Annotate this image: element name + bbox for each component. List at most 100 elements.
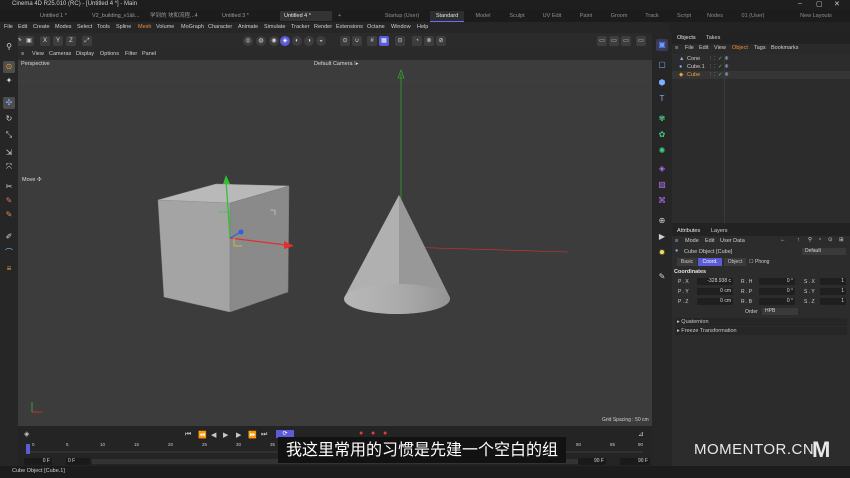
- menu-volume[interactable]: Volume: [156, 24, 174, 30]
- end-frame-field-2[interactable]: 90 F: [620, 458, 650, 465]
- doc-tab[interactable]: V2_building_v1&t...: [88, 11, 146, 21]
- layout-tab[interactable]: UV Edit: [538, 11, 566, 21]
- edit-render-icon[interactable]: ✎: [656, 271, 668, 283]
- render-settings-icon[interactable]: ▭: [621, 36, 631, 46]
- subtab-coord[interactable]: Coord.: [698, 258, 722, 266]
- deformer-icon[interactable]: ◈: [656, 163, 668, 175]
- layout-tab[interactable]: 01 (User): [736, 11, 770, 21]
- layer-icon[interactable]: ≡: [3, 263, 15, 275]
- subtab-basic[interactable]: Basic: [677, 258, 697, 266]
- layout-tab[interactable]: Paint: [574, 11, 598, 21]
- objects-menu-edit[interactable]: Edit: [699, 45, 708, 51]
- perspective-viewport[interactable]: [18, 60, 652, 426]
- viewport-camera[interactable]: Default Camera ⁝▸: [314, 61, 359, 67]
- object-mode-icon[interactable]: ◈: [280, 36, 290, 46]
- layout-tab[interactable]: Groom: [606, 11, 632, 21]
- mograph-fracture-icon[interactable]: ✿: [656, 129, 668, 141]
- next-key-icon[interactable]: ⏩: [248, 431, 257, 439]
- record-icon[interactable]: ●: [359, 430, 363, 437]
- expand-icon[interactable]: ⊞: [839, 237, 844, 243]
- menu-mesh[interactable]: Mesh: [138, 24, 151, 30]
- axis-mode-icon[interactable]: ◒: [316, 36, 326, 46]
- attributes-menu-user-data[interactable]: User Data: [720, 238, 745, 244]
- attributes-menu-mode[interactable]: Mode: [685, 238, 699, 244]
- menu-render[interactable]: Render: [314, 24, 332, 30]
- maximize-button[interactable]: ▢: [816, 0, 823, 8]
- objects-menu-tags[interactable]: Tags: [754, 45, 766, 51]
- layout-tab[interactable]: Nodes: [702, 11, 728, 21]
- paint-icon[interactable]: ✎: [3, 209, 15, 221]
- axis-y-toggle[interactable]: Y: [53, 36, 63, 46]
- tab-takes[interactable]: Takes: [706, 35, 720, 41]
- search-icon[interactable]: ⚲: [808, 237, 812, 243]
- effector-icon[interactable]: ✺: [656, 145, 668, 157]
- enable-check-icon[interactable]: ✓: [718, 55, 723, 63]
- object-row-cube[interactable]: ◆ Cube ⋮⁚ ✓ ⁜: [672, 71, 850, 79]
- layout-tab[interactable]: Script: [672, 11, 696, 21]
- s-y-field[interactable]: 1: [820, 288, 846, 295]
- menu-simulate[interactable]: Simulate: [264, 24, 285, 30]
- subtab-object[interactable]: Object: [724, 258, 746, 266]
- minimize-button[interactable]: –: [798, 0, 802, 7]
- octane-live-viewer-icon[interactable]: ▭: [636, 36, 646, 46]
- menu-octane[interactable]: Octane: [367, 24, 385, 30]
- last-frame-icon[interactable]: ⏭: [261, 431, 267, 439]
- objects-menu-file[interactable]: File: [685, 45, 694, 51]
- viewport-scene[interactable]: [18, 60, 652, 426]
- preset-dropdown[interactable]: Default: [802, 248, 846, 255]
- plane-object-icon[interactable]: ▢: [656, 59, 668, 71]
- back-arrow-icon[interactable]: ←: [780, 237, 786, 243]
- menu-tools[interactable]: Tools: [97, 24, 110, 30]
- current-frame-field[interactable]: 0 F: [66, 458, 90, 465]
- snap-icon[interactable]: ∪: [352, 36, 362, 46]
- points-mode-icon[interactable]: ◎: [243, 36, 253, 46]
- sculpt-icon[interactable]: ✐: [3, 231, 15, 243]
- tab-attributes[interactable]: Attributes: [677, 228, 700, 234]
- p-z-field[interactable]: 0 cm: [697, 298, 733, 305]
- render-to-picture-viewer-icon[interactable]: ▭: [609, 36, 619, 46]
- r-p-field[interactable]: 0 °: [759, 288, 795, 295]
- tweak-icon[interactable]: ✦: [3, 75, 15, 87]
- align-icon[interactable]: ⤧: [3, 161, 15, 173]
- keyframe-selection-icon[interactable]: ●: [383, 430, 387, 437]
- mograph-cloner-icon[interactable]: ✾: [656, 113, 668, 125]
- field-icon[interactable]: ▨: [656, 179, 668, 191]
- up-arrow-icon[interactable]: ↑: [797, 237, 800, 243]
- grid-icon[interactable]: #: [367, 36, 377, 46]
- enable-check-icon[interactable]: ✓: [718, 71, 723, 79]
- objects-menu-bookmarks[interactable]: Bookmarks: [771, 45, 799, 51]
- quaternion-group[interactable]: ▸ Quaternion: [675, 318, 847, 326]
- menu-select[interactable]: Select: [77, 24, 92, 30]
- menu-mograph[interactable]: MoGraph: [181, 24, 204, 30]
- keyframe-icon[interactable]: ◈: [24, 430, 29, 438]
- autokey-icon[interactable]: ●: [371, 430, 375, 437]
- new-layouts-button[interactable]: New Layouts: [796, 11, 836, 21]
- menu-create[interactable]: Create: [33, 24, 50, 30]
- edges-mode-icon[interactable]: ◍: [256, 36, 266, 46]
- soft-selection-icon[interactable]: ⊙: [340, 36, 350, 46]
- doc-tab-active[interactable]: Untitled 4 *: [280, 11, 332, 21]
- visibility-icon[interactable]: ⋮⁚: [708, 55, 715, 63]
- new-tab-button[interactable]: +: [334, 11, 344, 21]
- transfer-icon[interactable]: ⇲: [3, 147, 15, 159]
- start-frame-field[interactable]: 0 F: [24, 458, 52, 465]
- viewport-menu-options[interactable]: Options: [100, 51, 119, 57]
- lock-icon[interactable]: ◔: [818, 237, 821, 243]
- menu-tracker[interactable]: Tracker: [291, 24, 309, 30]
- axis-z-toggle[interactable]: Z: [66, 36, 76, 46]
- live-selection-icon[interactable]: ⊙: [3, 61, 15, 73]
- enable-check-icon[interactable]: ✓: [718, 63, 723, 71]
- menu-edit[interactable]: Edit: [18, 24, 27, 30]
- camera-icon[interactable]: ▶: [656, 231, 668, 243]
- magnet-icon[interactable]: ⌒: [3, 247, 15, 259]
- menu-spline[interactable]: Spline: [116, 24, 131, 30]
- menu-file[interactable]: File: [4, 24, 13, 30]
- visibility-icon[interactable]: ⋮⁚: [708, 63, 715, 71]
- menu-help[interactable]: Help: [417, 24, 428, 30]
- move-tool-icon[interactable]: ✣: [3, 97, 15, 109]
- knife-icon[interactable]: ✂: [3, 181, 15, 193]
- viewport-menu-view[interactable]: View: [32, 51, 44, 57]
- search-icon[interactable]: ⚲: [3, 41, 15, 53]
- p-y-field[interactable]: 0 cm: [697, 288, 733, 295]
- end-frame-field[interactable]: 90 F: [578, 458, 606, 465]
